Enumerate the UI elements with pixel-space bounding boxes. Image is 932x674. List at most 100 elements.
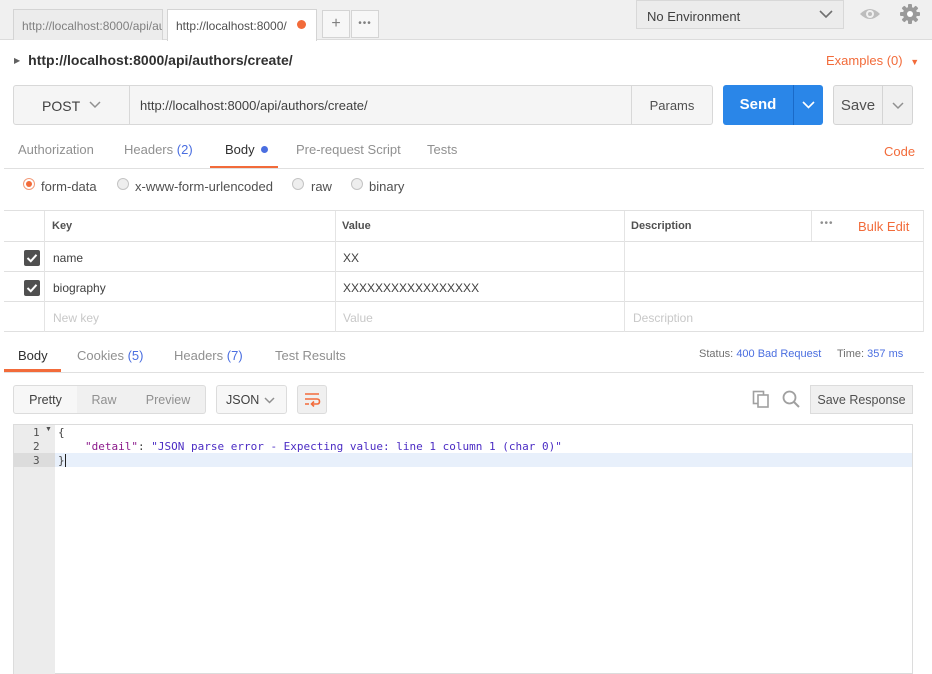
copy-icon [752,390,769,408]
chevron-down-icon [802,101,815,109]
request-tab-label: http://localhost:8000/api/authors/create… [22,19,162,33]
active-line-highlight [55,453,912,467]
eye-icon [860,9,880,19]
settings-button[interactable] [896,0,924,29]
tab-authorization[interactable]: Authorization [18,142,94,157]
request-tab-label: http://localhost:8000/ [176,19,287,33]
fold-caret-icon[interactable]: ▼ [45,426,52,433]
row-value[interactable]: XXXXXXXXXXXXXXXXX [343,281,479,295]
unsaved-dot-icon [297,20,306,29]
new-description-input[interactable]: Description [633,311,693,325]
request-tab-active[interactable]: http://localhost:8000/ [167,9,317,41]
save-button[interactable]: Save [833,85,883,125]
table-top-border [4,210,924,211]
bulk-edit-link[interactable]: Bulk Edit [858,219,909,234]
url-input[interactable]: http://localhost:8000/api/authors/create… [129,85,632,125]
radio-label: x-www-form-urlencoded [135,179,273,194]
examples-dropdown[interactable]: Examples (0) ▼ [826,53,919,68]
request-tab[interactable]: http://localhost:8000/api/authors/create… [13,9,163,40]
radio-binary[interactable] [351,178,363,190]
view-pretty-button[interactable]: Pretty [13,385,78,414]
method-select[interactable]: POST [13,85,130,125]
divider [4,372,924,373]
row-checkbox[interactable] [24,250,40,266]
response-tab-headers[interactable]: Headers (7) [174,348,243,363]
tab-headers[interactable]: Headers (2) [124,142,193,157]
radio-label: form-data [41,179,97,194]
active-dot-icon [261,146,269,153]
wrap-lines-button[interactable] [297,385,327,414]
line-number: 1 [33,426,40,439]
code-line: } [58,454,65,467]
new-tab-button[interactable]: + [322,10,350,38]
radio-urlencoded[interactable] [117,178,129,190]
format-select[interactable]: JSON [216,385,287,414]
response-tab-test-results[interactable]: Test Results [275,348,346,363]
chevron-down-icon [89,101,101,109]
save-options-button[interactable] [882,85,913,125]
response-body-editor[interactable]: 1 ▼ 2 3 { "detail": "JSON parse error - … [13,424,913,674]
save-response-button[interactable]: Save Response [810,385,913,414]
new-key-input[interactable]: New key [53,311,99,325]
response-time: Time: 357 ms [837,348,904,360]
tab-prerequest-script[interactable]: Pre-request Script [296,142,401,157]
new-value-input[interactable]: Value [343,311,373,325]
url-value: http://localhost:8000/api/authors/create… [140,98,368,113]
row-checkbox[interactable] [24,280,40,296]
table-more-button[interactable]: ••• [820,218,834,229]
status-badge[interactable]: 400 Bad Request [736,348,821,360]
row-key[interactable]: biography [53,281,106,295]
row-key[interactable]: name [53,251,83,265]
send-options-button[interactable] [793,85,823,125]
column-header-key: Key [52,220,73,232]
response-tab-body[interactable]: Body [18,348,48,363]
check-icon [26,284,38,293]
params-button[interactable]: Params [631,85,713,125]
divider [4,168,924,169]
code-link[interactable]: Code [884,144,915,159]
environment-select[interactable]: No Environment [636,0,844,29]
view-raw-button[interactable]: Raw [77,385,132,414]
environment-label: No Environment [647,9,741,24]
caret-down-icon: ▼ [910,57,920,67]
tab-tests[interactable]: Tests [427,142,457,157]
wrap-lines-icon [305,393,321,408]
gear-icon [900,4,920,24]
column-header-description: Description [631,220,692,232]
view-preview-button[interactable]: Preview [131,385,206,414]
text-cursor [65,454,66,467]
search-button[interactable] [781,389,801,412]
tab-body[interactable]: Body [225,142,269,157]
chevron-down-icon [264,397,275,404]
send-button[interactable]: Send [723,85,793,125]
row-value[interactable]: XX [343,251,359,265]
table-row-new: New key Value Description [0,302,924,331]
request-name[interactable]: ▶ http://localhost:8000/api/authors/creat… [14,52,293,68]
caret-right-icon: ▶ [14,56,21,65]
environment-quick-look-button[interactable] [856,0,884,29]
code-line: "detail": "JSON parse error - Expecting … [85,440,562,453]
chevron-down-icon [892,102,904,110]
copy-button[interactable] [751,389,771,412]
radio-form-data[interactable] [23,178,35,190]
line-number: 2 [33,440,40,453]
json-key: "detail" [85,440,138,453]
tab-more-button[interactable]: ••• [351,10,379,38]
line-number: 3 [33,454,40,467]
response-status: Status: 400 Bad Request [699,348,822,360]
table-row: biography XXXXXXXXXXXXXXXXX [0,272,924,301]
chevron-down-icon [819,10,833,19]
response-tab-cookies[interactable]: Cookies (5) [77,348,143,363]
time-value[interactable]: 357 ms [867,348,903,360]
table-row: name XX [0,242,924,271]
search-icon [782,390,800,408]
radio-label: raw [311,179,332,194]
radio-raw[interactable] [292,178,304,190]
method-label: POST [42,98,81,114]
column-header-value: Value [342,220,371,232]
row-border [4,331,924,332]
json-string: "JSON parse error - Expecting value: lin… [151,440,562,453]
check-icon [26,254,38,263]
column-divider [811,211,812,241]
code-line: { [58,426,65,439]
